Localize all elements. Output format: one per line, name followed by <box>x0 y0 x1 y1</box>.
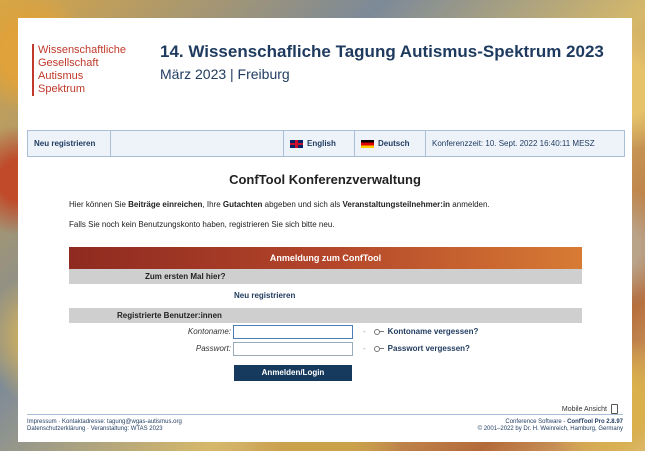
register-link[interactable]: Neu registrieren <box>234 291 295 300</box>
intro-bold: Gutachten <box>222 200 263 209</box>
nav-deutsch-link[interactable]: Deutsch <box>355 131 426 156</box>
submit-row: Anmelden/Login <box>69 362 582 381</box>
conftool-page: Wissenschaftliche Gesellschaft Autismus … <box>18 18 632 442</box>
intro-register-hint: Falls Sie noch kein Benutzungskonto habe… <box>69 220 335 229</box>
nav-register-link[interactable]: Neu registrieren <box>28 131 111 156</box>
mobile-view-link[interactable]: Mobile Ansicht <box>562 404 618 414</box>
password-label: Passwort: <box>195 344 231 353</box>
intro-text: Hier können Sie Beiträge einreichen, Ihr… <box>69 200 490 209</box>
contact-label: Kontaktadresse: <box>62 419 106 425</box>
deutsch-label: Deutsch <box>378 139 410 148</box>
account-label: Kontoname: <box>187 327 231 336</box>
conference-title: 14. Wissenschafliche Tagung Autismus-Spe… <box>160 42 604 61</box>
footer: Impressum · Kontaktadresse: tagung@wgas-… <box>27 414 623 437</box>
nav-spacer <box>111 131 284 156</box>
first-time-section-header: Zum ersten Mal hier? <box>69 269 582 284</box>
forgot-password-link[interactable]: - Passwort vergessen? <box>363 344 470 353</box>
login-box: Anmeldung zum ConfTool Zum ersten Mal hi… <box>69 247 582 381</box>
forgot-account-label: Kontoname vergessen? <box>387 327 479 336</box>
software-line: Conference Software - ConfTool Pro 2.8.9… <box>478 419 623 426</box>
intro-part: Hier können Sie <box>69 200 129 209</box>
footer-line-1: Impressum · Kontaktadresse: tagung@wgas-… <box>27 419 182 426</box>
key-icon <box>373 328 384 335</box>
footer-line-2: Datenschutzerklärung · Veranstaltung: WT… <box>27 426 182 433</box>
contact-email-link[interactable]: tagung@wgas-autismus.org <box>105 419 182 425</box>
forgot-account-link[interactable]: - Kontoname vergessen? <box>363 327 478 336</box>
imprint-link[interactable]: Impressum <box>27 419 57 425</box>
first-time-label: Zum ersten Mal hier? <box>145 272 226 281</box>
nav-english-link[interactable]: English <box>284 131 355 156</box>
logo-line: Wissenschaftliche <box>38 44 127 56</box>
intro-part: anmelden. <box>450 200 490 209</box>
copyright-line: © 2001–2022 by Dr. H. Weinreich, Hamburg… <box>477 426 623 432</box>
account-input[interactable] <box>233 324 353 339</box>
de-flag-icon <box>361 139 374 148</box>
english-label: English <box>307 139 336 148</box>
login-box-header: Anmeldung zum ConfTool <box>69 247 582 269</box>
intro-bold: Veranstaltungsteilnehmer:in <box>342 200 451 209</box>
event-label: Veranstaltung: WTAS 2023 <box>90 426 163 432</box>
uk-flag-icon <box>290 139 303 148</box>
password-input[interactable] <box>233 341 353 356</box>
footer-right: Conference Software - ConfTool Pro 2.8.9… <box>478 419 623 433</box>
phone-icon <box>611 404 618 414</box>
registered-users-section-header: Registrierte Benutzer:innen <box>69 308 582 323</box>
mobile-view-label: Mobile Ansicht <box>561 405 607 413</box>
page-title: ConfTool Konferenzverwaltung <box>229 172 421 187</box>
logo-line: Autismus <box>38 70 84 82</box>
software-label: Conference Software - <box>505 419 568 425</box>
registered-users-label: Registrierte Benutzer:innen <box>117 311 222 320</box>
intro-part: , Ihre <box>202 200 223 209</box>
password-row: Passwort: - Passwort vergessen? <box>69 340 582 357</box>
conference-subtitle: März 2023 | Freiburg <box>160 66 290 82</box>
dash-separator: - <box>363 344 366 353</box>
society-logo[interactable]: Wissenschaftliche Gesellschaft Autismus … <box>32 44 126 96</box>
account-row: Kontoname: - Kontoname vergessen? <box>69 323 582 340</box>
conference-time: Konferenzzeit: 10. Sept. 2022 16:40:11 M… <box>432 139 595 148</box>
software-link[interactable]: ConfTool Pro 2.8.97 <box>567 419 623 425</box>
key-icon <box>373 345 384 352</box>
forgot-password-label: Passwort vergessen? <box>387 344 470 353</box>
top-nav: Neu registrieren English Deutsch Konfere… <box>27 130 625 157</box>
register-row: Neu registrieren <box>69 284 582 308</box>
login-button[interactable]: Anmelden/Login <box>234 364 352 381</box>
intro-bold: Beiträge einreichen <box>128 200 203 209</box>
intro-part: abgeben und sich als <box>262 200 343 209</box>
logo-line: Spektrum <box>38 83 86 95</box>
logo-line: Gesellschaft <box>38 57 99 69</box>
privacy-link[interactable]: Datenschutzerklärung <box>27 426 85 432</box>
footer-left: Impressum · Kontaktadresse: tagung@wgas-… <box>27 419 182 433</box>
dash-separator: - <box>363 327 366 336</box>
